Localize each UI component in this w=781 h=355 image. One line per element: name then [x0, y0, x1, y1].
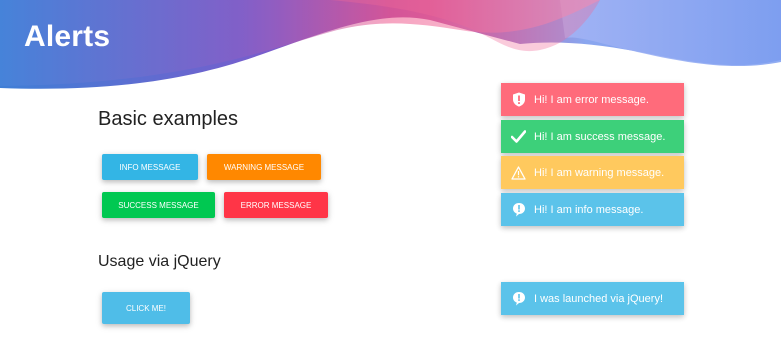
info-message-button[interactable]: Info message — [102, 154, 198, 180]
warning-toast[interactable]: Hi! I am warning message. — [501, 156, 684, 189]
success-message-button[interactable]: Success message — [102, 192, 215, 218]
error-toast-text: Hi! I am error message. — [534, 93, 649, 106]
shield-exclamation-icon — [511, 92, 526, 107]
error-message-button[interactable]: Error message — [224, 192, 328, 218]
success-toast-text: Hi! I am success message. — [534, 130, 666, 143]
section-title-jquery: Usage via jQuery — [98, 253, 221, 270]
warning-message-button[interactable]: Warning message — [207, 154, 321, 180]
info-toast[interactable]: Hi! I am info message. — [501, 193, 684, 226]
warning-triangle-icon — [511, 165, 526, 180]
warning-toast-text: Hi! I am warning message. — [534, 166, 665, 179]
check-icon — [511, 129, 526, 144]
section-title-basic: Basic examples — [98, 108, 239, 130]
click-me-button[interactable]: Click me! — [102, 292, 190, 324]
error-toast[interactable]: Hi! I am error message. — [501, 83, 684, 116]
info-bubble-icon — [511, 202, 526, 217]
page: Alerts Basic examples Info message Warni… — [0, 0, 781, 355]
jquery-info-toast[interactable]: I was launched via jQuery! — [501, 282, 684, 315]
info-toast-text: Hi! I am info message. — [534, 203, 644, 216]
jquery-toast-text: I was launched via jQuery! — [534, 292, 664, 305]
info-bubble-icon — [511, 291, 526, 306]
success-toast[interactable]: Hi! I am success message. — [501, 120, 684, 153]
page-title: Alerts — [24, 20, 111, 53]
